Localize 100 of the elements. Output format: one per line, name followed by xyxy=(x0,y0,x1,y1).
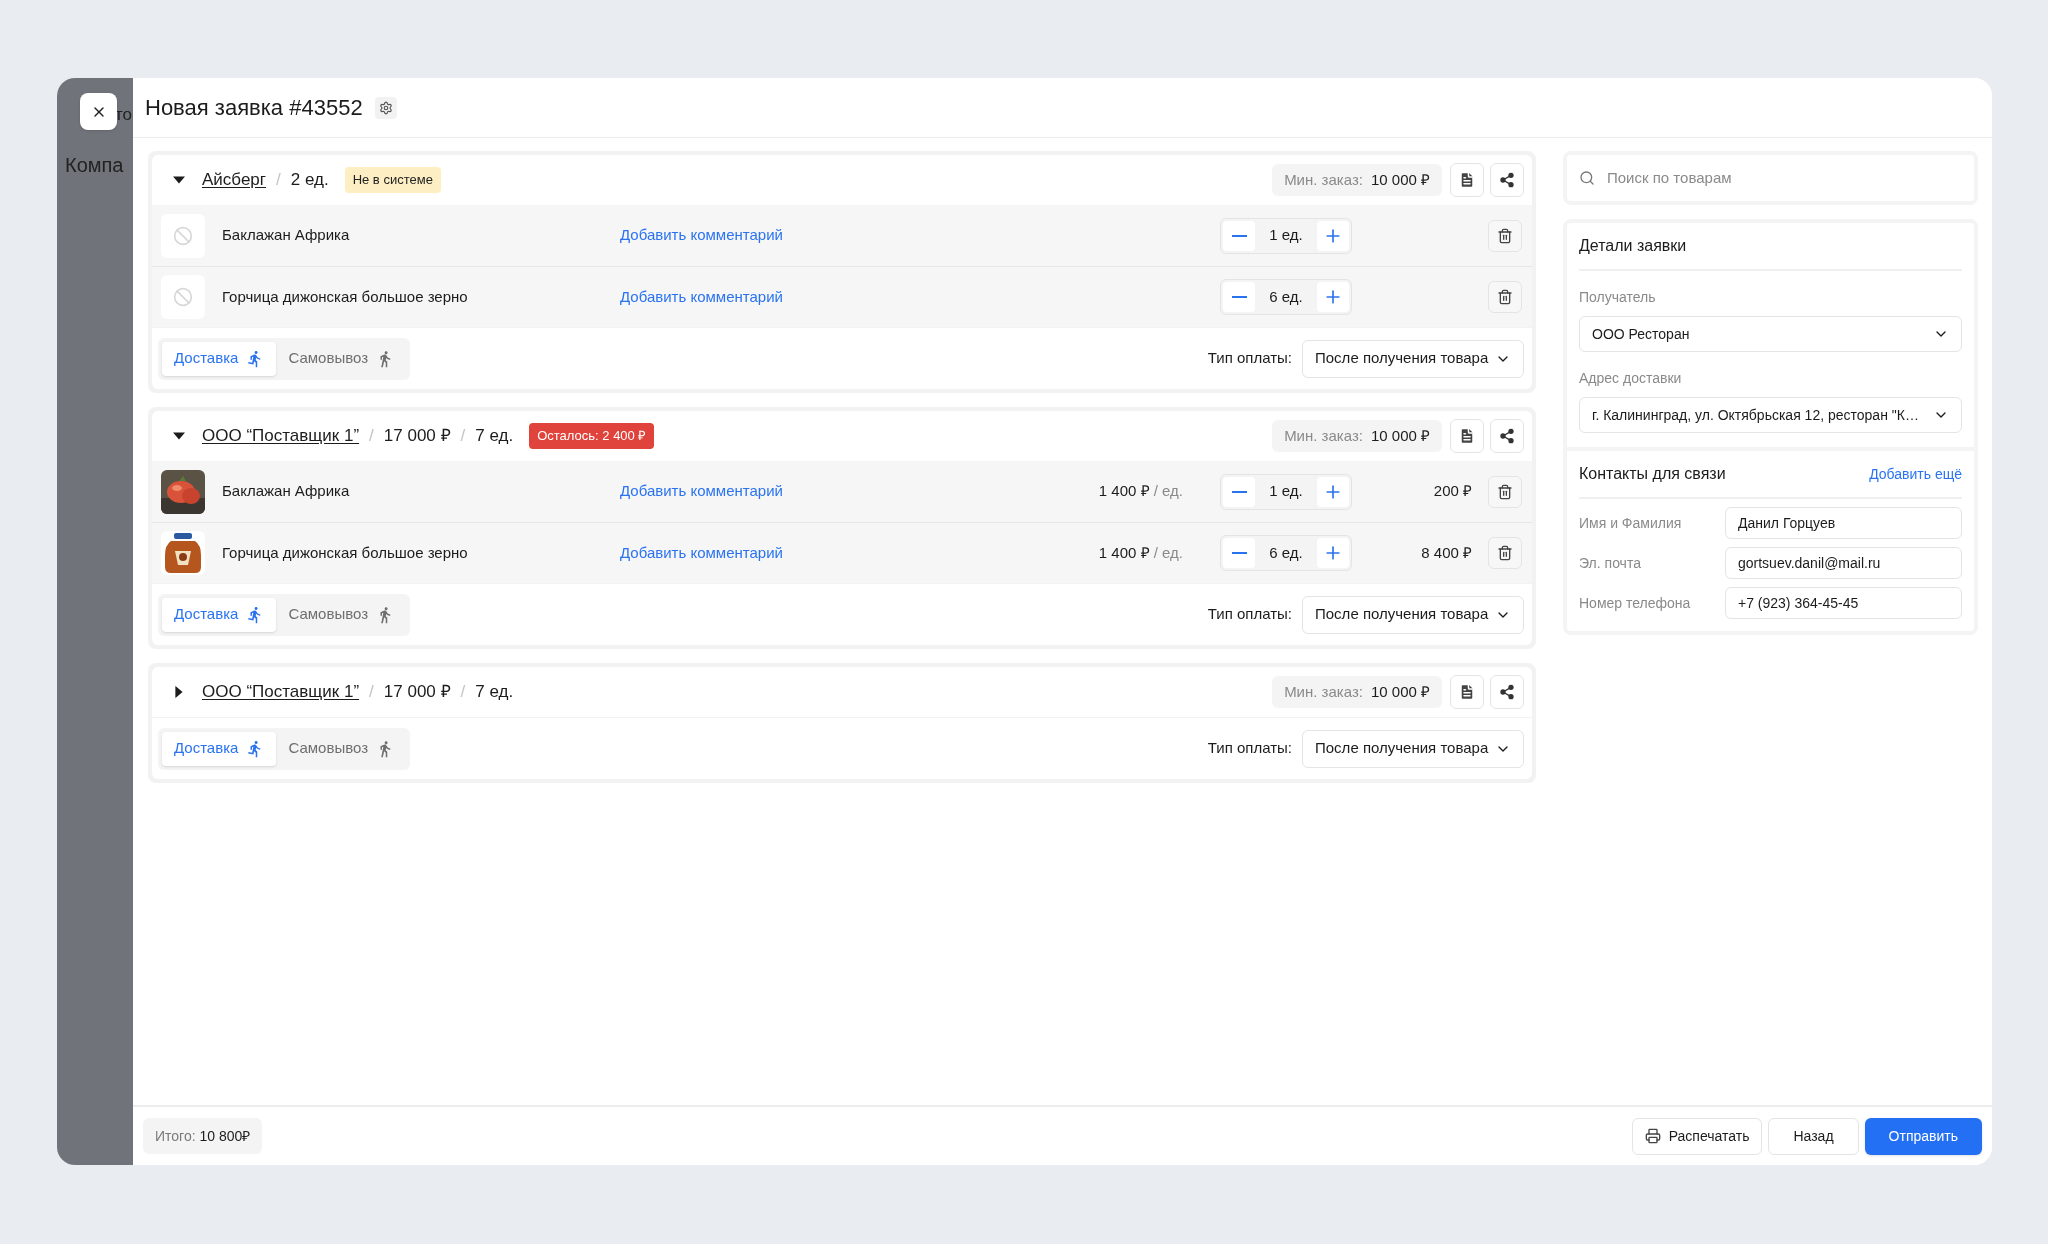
min-order-value: 10 000 ₽ xyxy=(1370,425,1430,446)
payment-type-label: Тип оплаты: xyxy=(1207,738,1292,759)
back-button[interactable]: Назад xyxy=(1768,1117,1859,1155)
payment-type-label: Тип оплаты: xyxy=(1207,348,1292,369)
text-field[interactable]: +7 (923) 364-45-45 xyxy=(1725,587,1962,619)
add-comment-link[interactable]: Добавить комментарий xyxy=(620,224,783,247)
modal-title: Новая заявка #43552 xyxy=(145,94,363,122)
print-button[interactable]: Распечатать xyxy=(1631,1117,1763,1155)
increase-button[interactable] xyxy=(1317,282,1349,312)
document-button[interactable] xyxy=(1450,675,1484,709)
search-field[interactable]: Поиск по товарам xyxy=(1563,151,1978,205)
document-icon xyxy=(1458,683,1476,701)
add-comment-link[interactable]: Добавить комментарий xyxy=(620,285,783,309)
minus-icon xyxy=(1231,552,1247,554)
increase-button[interactable] xyxy=(1317,538,1349,568)
delivery-tab[interactable]: Доставка xyxy=(162,731,277,766)
quantity-value: 1 ед. xyxy=(1269,225,1303,246)
share-button[interactable] xyxy=(1490,419,1524,453)
status-badge: Осталось: 2 400 ₽ xyxy=(529,423,655,449)
share-icon xyxy=(1499,684,1515,700)
background-text: то xyxy=(115,104,133,126)
section-title: Детали заявки xyxy=(1579,223,1962,271)
document-button[interactable] xyxy=(1450,163,1484,197)
minus-icon xyxy=(1231,234,1247,237)
quantity-value: 1 ед. xyxy=(1269,481,1303,502)
send-button[interactable]: Отправить xyxy=(1864,1117,1982,1155)
trash-icon xyxy=(1497,227,1513,244)
quantity-value: 6 ед. xyxy=(1269,286,1303,307)
caret-down-icon xyxy=(173,174,185,186)
search-input[interactable]: Поиск по товарам xyxy=(1607,166,1962,190)
document-button[interactable] xyxy=(1450,419,1484,453)
separator: / xyxy=(460,681,466,704)
increase-button[interactable] xyxy=(1317,220,1349,251)
supplier-name-link[interactable]: ООО “Поставщик 1” xyxy=(202,679,360,705)
share-icon xyxy=(1499,428,1515,444)
settings-icon xyxy=(378,100,393,115)
select-field[interactable]: ООО Ресторан xyxy=(1579,316,1962,352)
delivery-tab[interactable]: Самовывоз xyxy=(276,341,407,376)
unit-price: 1 400 ₽ / ед. xyxy=(1098,481,1183,502)
line-total: 200 ₽ xyxy=(1433,481,1472,502)
text-field[interactable]: gortsuev.danil@mail.ru xyxy=(1725,547,1962,579)
printer-icon xyxy=(1644,1128,1661,1144)
trash-icon xyxy=(1497,545,1513,561)
payment-type-select[interactable]: После получения товара xyxy=(1302,339,1524,378)
caret-right-icon xyxy=(173,686,185,698)
decrease-button[interactable] xyxy=(1223,476,1255,507)
field-label: Номер телефона xyxy=(1579,593,1692,613)
delivery-tab[interactable]: Самовывоз xyxy=(276,597,407,632)
delivery-tab[interactable]: Доставка xyxy=(162,597,277,632)
product-name: Горчица дижонская большое зерно xyxy=(222,286,469,307)
product-name: Баклажан Африка xyxy=(222,225,351,246)
field-label: Адрес доставки xyxy=(1579,369,1683,388)
add-comment-link[interactable]: Добавить комментарий xyxy=(620,480,783,503)
delete-button[interactable] xyxy=(1488,475,1522,508)
total-value: 10 800₽ xyxy=(199,1126,251,1146)
share-icon xyxy=(1499,172,1515,188)
supplier-summary: 2 ед. xyxy=(290,169,329,192)
unit-price: 1 400 ₽ / ед. xyxy=(1098,542,1183,563)
trash-icon xyxy=(1497,289,1513,305)
add-comment-link[interactable]: Добавить комментарий xyxy=(620,541,783,565)
status-badge: Не в системе xyxy=(344,167,441,193)
document-icon xyxy=(1458,171,1476,189)
delete-button[interactable] xyxy=(1488,537,1522,569)
separator: / xyxy=(369,425,374,448)
min-order-label: Мин. заказ: xyxy=(1284,681,1363,702)
delete-button[interactable] xyxy=(1488,219,1522,252)
decrease-button[interactable] xyxy=(1223,220,1255,251)
total-label: Итого: xyxy=(155,1126,196,1146)
no-image-icon xyxy=(173,287,193,307)
no-image-icon xyxy=(173,225,193,246)
background-heading: Компа xyxy=(65,152,125,178)
delete-button[interactable] xyxy=(1488,281,1522,313)
payment-type-select[interactable]: После получения товара xyxy=(1302,595,1524,634)
close-button[interactable] xyxy=(80,93,117,130)
supplier-summary: 17 000 ₽ xyxy=(383,681,451,704)
minus-icon xyxy=(1231,296,1247,298)
delivery-tab[interactable]: Доставка xyxy=(162,341,277,376)
section-title: Контакты для связи xyxy=(1579,464,1726,484)
line-total: 8 400 ₽ xyxy=(1421,542,1472,563)
supplier-name-link[interactable]: ООО “Поставщик 1” xyxy=(202,423,360,449)
field-label: Имя и Фамилия xyxy=(1579,513,1683,533)
separator: / xyxy=(460,425,466,448)
supplier-name-link[interactable]: Айсберг xyxy=(202,167,266,193)
payment-type-label: Тип оплаты: xyxy=(1207,604,1292,625)
min-order-value: 10 000 ₽ xyxy=(1370,681,1430,702)
min-order-label: Мин. заказ: xyxy=(1284,425,1363,446)
delivery-tab[interactable]: Самовывоз xyxy=(276,731,407,766)
select-field[interactable]: г. Калининград, ул. Октябрьская 12, ресторан "К… xyxy=(1579,397,1962,433)
payment-type-select[interactable]: После получения товара xyxy=(1302,729,1524,768)
share-button[interactable] xyxy=(1490,675,1524,709)
add-contact-link[interactable]: Добавить ещё xyxy=(1869,463,1962,485)
decrease-button[interactable] xyxy=(1223,282,1255,312)
field-label: Получатель xyxy=(1579,288,1657,307)
trash-icon xyxy=(1497,483,1513,500)
decrease-button[interactable] xyxy=(1223,538,1255,568)
increase-button[interactable] xyxy=(1317,476,1349,507)
share-button[interactable] xyxy=(1490,163,1524,197)
text-field[interactable]: Данил Горцуев xyxy=(1725,507,1962,539)
separator: / xyxy=(369,681,374,704)
settings-button[interactable] xyxy=(374,96,397,119)
